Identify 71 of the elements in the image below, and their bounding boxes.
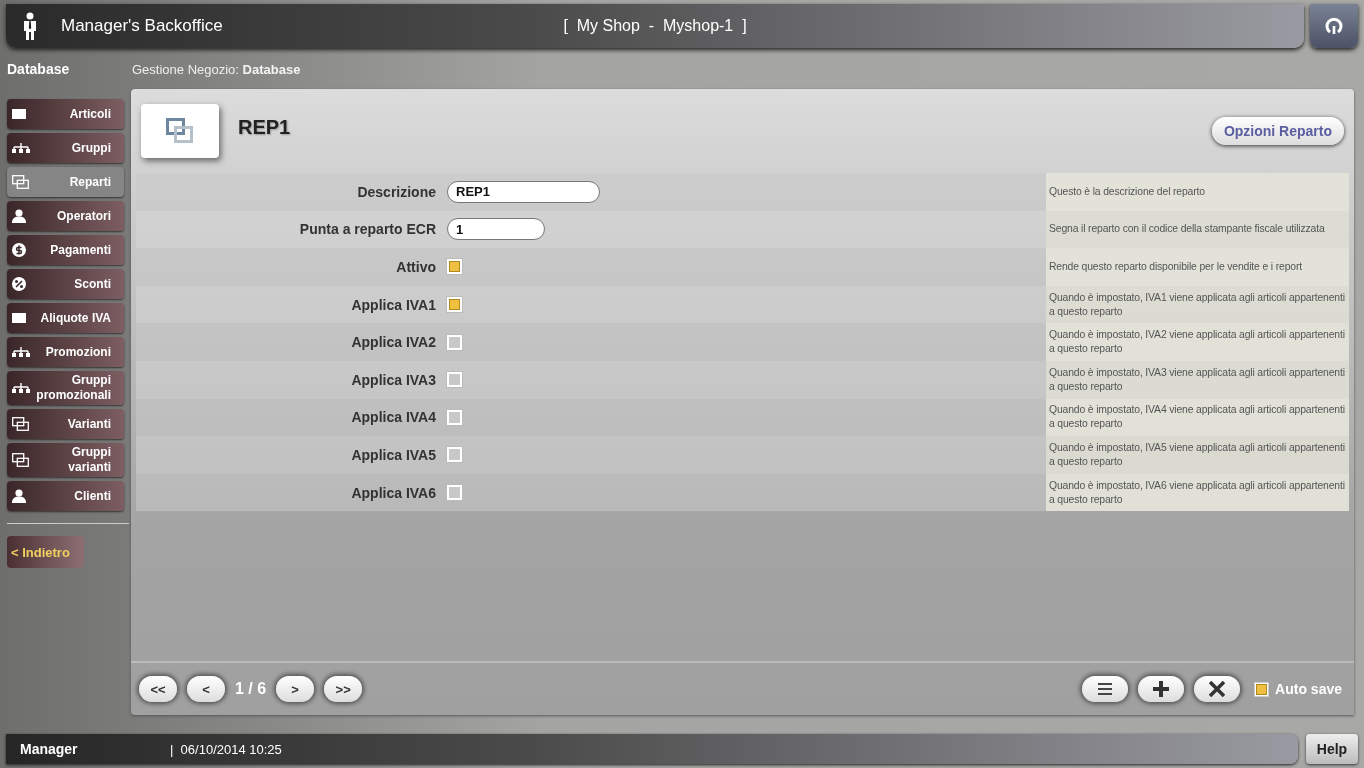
field-hint: Rende questo reparto disponibile per le vendite e i report (1046, 248, 1349, 286)
field-label: Applica IVA3 (350, 371, 436, 388)
field-hint: Quando è impostato, IVA3 viene applicata agli articoli appartenenti a questo reparto (1046, 360, 1349, 399)
field-hint: Quando è impostato, IVA1 viene applicata agli articoli appartenenti a questo reparto (1046, 285, 1349, 324)
checkbox[interactable] (1254, 681, 1270, 697)
sidebar-item[interactable]: Clienti (7, 481, 124, 511)
text-field[interactable]: 1 (447, 218, 545, 241)
field-hint: Quando è impostato, IVA5 viene applicata agli articoli appartenenti a questo reparto (1046, 436, 1349, 474)
sidebar-item[interactable]: Gruppi (7, 133, 124, 163)
field-hint: Questo è la descrizione del reparto (1046, 173, 1349, 211)
hierarchy-icon (12, 347, 30, 357)
sidebar-item[interactable]: Varianti (7, 409, 124, 439)
auto-save-label: Auto save (1275, 681, 1342, 697)
person-icon (12, 209, 26, 223)
next-page-button[interactable]: > (276, 676, 315, 702)
sidebar-item[interactable]: Pagamenti (7, 235, 124, 265)
sidebar-item[interactable]: Sconti (7, 269, 124, 299)
field-label: Attivo (395, 259, 436, 275)
record-title: REP1 (238, 116, 291, 139)
options-button[interactable]: Opzioni Reparto (1211, 117, 1344, 145)
sidebar-item[interactable]: Gruppi promozionali (7, 371, 124, 405)
windows-icon (166, 118, 194, 144)
discount-icon (12, 277, 26, 291)
date-time: | 06/10/2014 10:25 (170, 741, 282, 757)
power-icon (1324, 16, 1344, 36)
windows-icon (12, 417, 29, 431)
square-icon (12, 313, 26, 323)
businessman-icon (22, 12, 38, 40)
sidebar-item[interactable]: Gruppi varianti (7, 443, 124, 477)
close-icon (1209, 681, 1226, 697)
list-button[interactable] (1082, 676, 1129, 702)
sidebar-item[interactable]: Reparti (7, 167, 124, 197)
sidebar-item[interactable]: Operatori (7, 201, 124, 231)
field-hint: Quando è impostato, IVA6 viene applicata agli articoli appartenenti a questo reparto (1046, 473, 1349, 512)
page-indicator: 1 / 6 (235, 680, 267, 698)
field-label: Applica IVA1 (350, 296, 436, 313)
hierarchy-icon (12, 383, 30, 393)
breadcrumb: Gestione Negozio: Database (132, 62, 302, 77)
last-page-button[interactable]: >> (324, 676, 363, 702)
field-label: Punta a reparto ECR (298, 221, 436, 238)
windows-icon (12, 175, 29, 189)
sidebar-title: Database (7, 61, 71, 77)
square-icon (12, 109, 26, 119)
add-button[interactable] (1138, 676, 1185, 702)
field-label: Applica IVA5 (350, 446, 436, 463)
back-button[interactable]: < Indietro (7, 536, 84, 568)
power-button[interactable] (1310, 4, 1358, 48)
user-name: Manager (20, 741, 79, 757)
help-button[interactable]: Help (1306, 734, 1358, 764)
sidebar-item[interactable]: Articoli (7, 99, 124, 129)
windows-icon (12, 453, 29, 467)
first-page-button[interactable]: << (139, 676, 177, 702)
sidebar-item[interactable]: Aliquote IVA (7, 303, 124, 333)
sidebar-item[interactable]: Promozioni (7, 337, 124, 367)
previous-page-button[interactable]: < (187, 676, 225, 702)
field-hint: Quando è impostato, IVA4 viene applicata agli articoli appartenenti a questo reparto (1046, 398, 1349, 437)
field-label: Applica IVA2 (350, 334, 436, 351)
field-label: Applica IVA4 (350, 409, 436, 426)
delete-button[interactable] (1194, 676, 1241, 702)
app-title: Manager's Backoffice (61, 16, 223, 36)
plus-icon (1153, 681, 1170, 697)
hierarchy-icon (12, 143, 30, 153)
coin-icon (12, 243, 26, 257)
field-hint: Quando è impostato, IVA2 viene applicata agli articoli appartenenti a questo reparto (1046, 323, 1349, 361)
person-icon (12, 489, 26, 503)
field-label: Descrizione (356, 183, 436, 200)
menu-icon (1098, 683, 1113, 695)
field-label: Applica IVA6 (350, 484, 436, 501)
shop-title: [ My Shop - Myshop-1 ] (563, 17, 747, 35)
text-field[interactable]: REP1 (447, 180, 600, 203)
field-hint: Segna il reparto con il codice della stampante fiscale utilizzata (1046, 210, 1349, 249)
